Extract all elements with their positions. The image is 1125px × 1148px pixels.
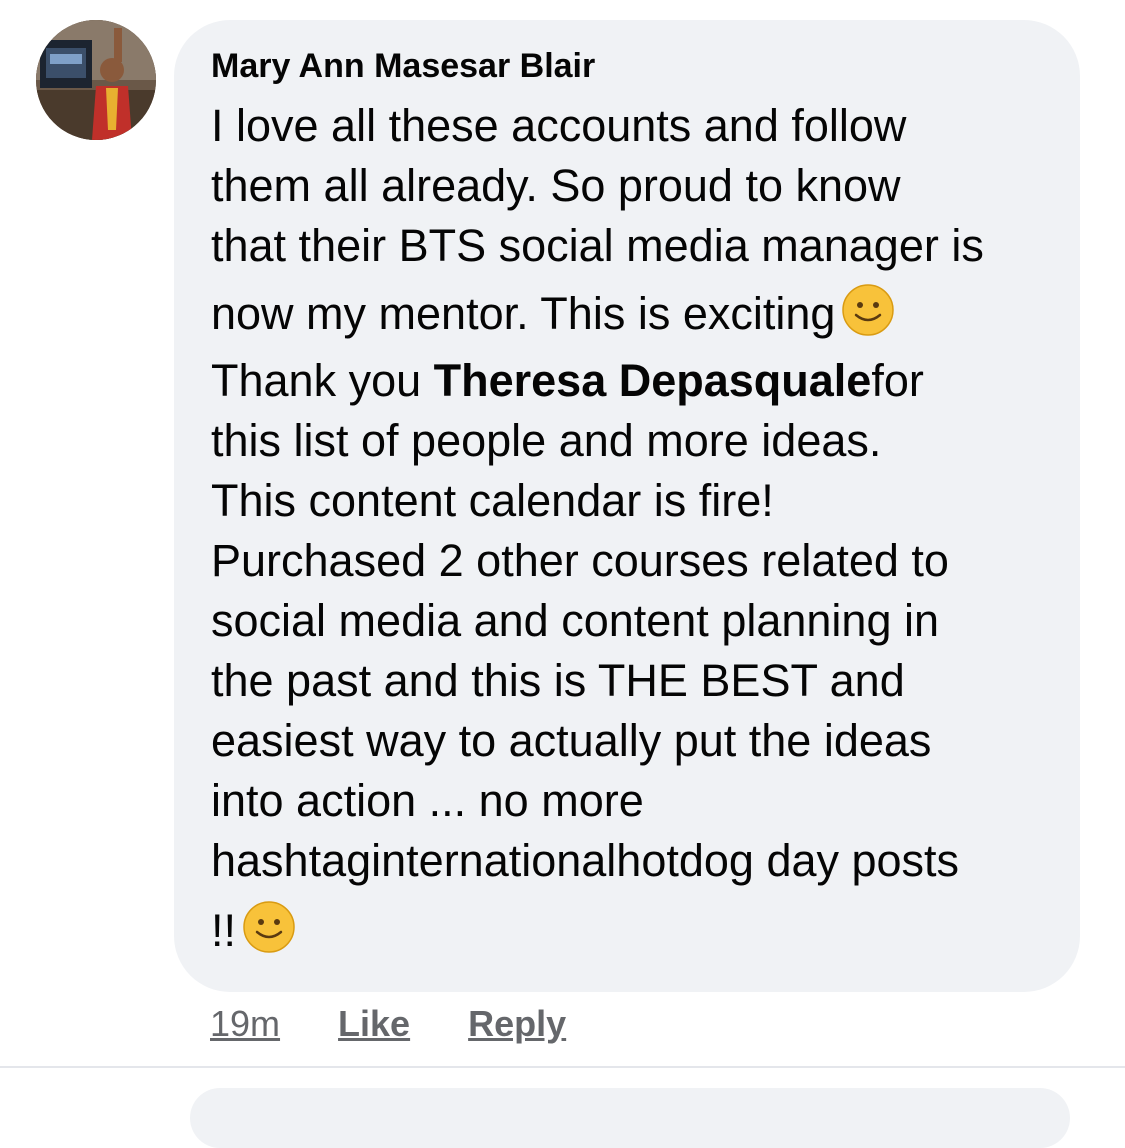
comment-author-name[interactable]: Mary Ann Masesar Blair: [211, 44, 595, 88]
comment-line: social media and content planning in: [211, 595, 939, 646]
like-button[interactable]: Like: [338, 1000, 410, 1048]
comment-line: I love all these accounts and follow: [211, 100, 907, 151]
comment-line: Thank you Theresa Depasqualefor: [211, 351, 1071, 411]
avatar[interactable]: [36, 20, 156, 140]
comment-line: Purchased 2 other courses related to: [211, 535, 949, 586]
comment-line-text: Thank you: [211, 355, 434, 406]
comment-line: easiest way to actually put the ideas: [211, 715, 932, 766]
smiling-face-emoji-icon: [842, 284, 895, 336]
comment-line: this list of people and more ideas.: [211, 415, 882, 466]
comment-line: them all already. So proud to know: [211, 160, 901, 211]
comment-body: I love all these accounts and follow the…: [211, 96, 1071, 971]
comment-line-text: !!: [211, 905, 237, 956]
comment-line: that their BTS social media manager is: [211, 220, 984, 271]
comment-line: the past and this is THE BEST and: [211, 655, 905, 706]
comment-line-text: now my mentor. This is exciting: [211, 288, 836, 339]
comment-timestamp[interactable]: 19m: [210, 1000, 280, 1048]
comment-actions: 19m Like Reply: [210, 1000, 614, 1048]
reply-button[interactable]: Reply: [468, 1000, 566, 1048]
avatar-photo: [36, 20, 156, 140]
comment-line: This content calendar is fire!: [211, 475, 774, 526]
smiling-face-emoji-icon: [243, 901, 295, 953]
comment-line-with-emoji: !!: [211, 891, 1071, 971]
comment-line-with-emoji: now my mentor. This is exciting: [211, 276, 1071, 351]
divider: [0, 1066, 1125, 1068]
next-comment-bubble: [190, 1088, 1070, 1148]
mention-link[interactable]: Theresa Depasquale: [434, 355, 872, 406]
comment-line: into action ... no more: [211, 775, 644, 826]
comment-line: hashtaginternationalhotdog day posts: [211, 835, 960, 886]
comment-line-text: for: [871, 355, 924, 406]
